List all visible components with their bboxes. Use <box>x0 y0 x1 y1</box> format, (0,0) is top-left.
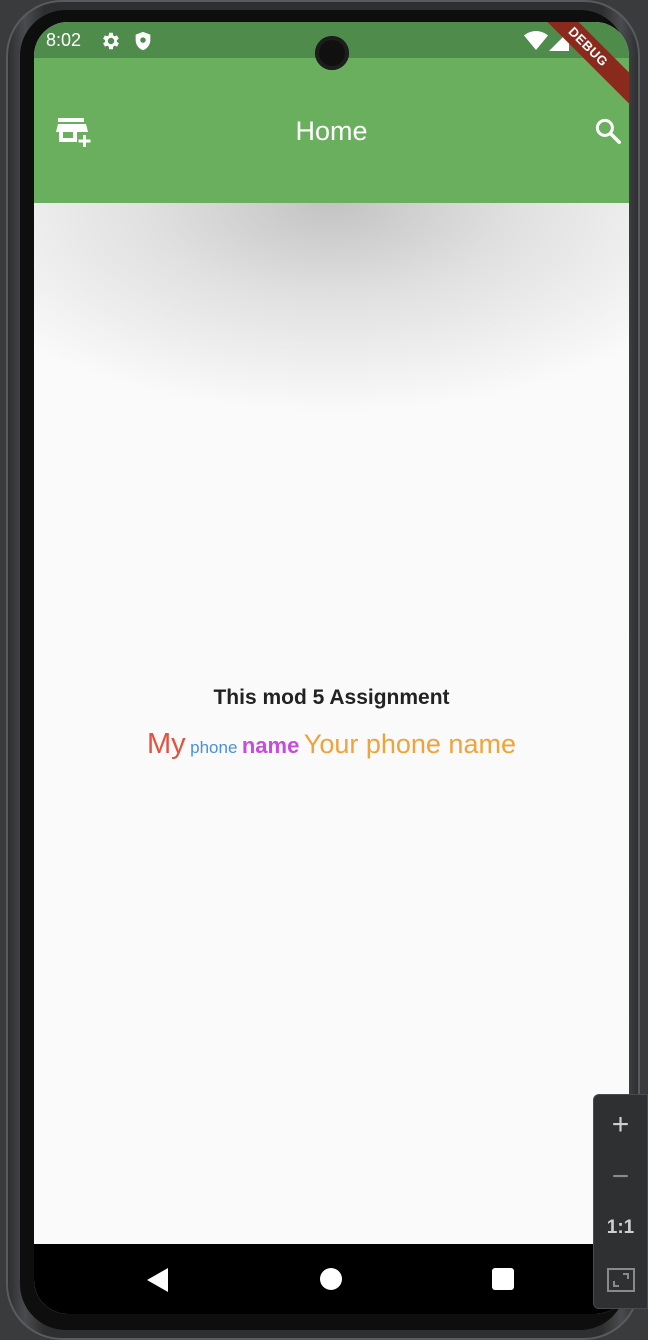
actual-size-icon[interactable]: 1:1 <box>594 1203 647 1253</box>
front-camera <box>315 36 349 70</box>
shield-icon <box>132 30 154 57</box>
system-navigation-bar <box>34 1244 629 1314</box>
phone-frame: 8:02 DEBUG Home This mod 5 Assignment My… <box>6 0 640 1340</box>
appbar-shadow <box>34 203 629 413</box>
app-screen: 8:02 DEBUG Home This mod 5 Assignment My… <box>34 22 629 1314</box>
rich-text-phone: phone <box>190 738 238 757</box>
home-icon[interactable] <box>319 1267 345 1293</box>
zoom-out-icon[interactable]: − <box>594 1152 647 1202</box>
rich-text-my: My <box>147 728 186 760</box>
emulator-zoom-controls: + − 1:1 <box>593 1094 648 1309</box>
fit-screen-icon[interactable] <box>594 1255 647 1305</box>
zoom-in-icon[interactable]: + <box>594 1100 647 1150</box>
app-bar: Home <box>34 58 629 203</box>
assignment-heading: This mod 5 Assignment <box>213 686 450 709</box>
back-icon[interactable] <box>146 1267 172 1293</box>
page-title: Home <box>295 116 368 146</box>
search-icon[interactable] <box>593 116 625 148</box>
wifi-icon <box>524 31 548 56</box>
settings-icon <box>100 30 122 57</box>
rich-text-name: name <box>241 733 300 758</box>
rich-text-your-phone-name: Your phone name <box>303 729 516 759</box>
recents-icon[interactable] <box>491 1267 517 1293</box>
rich-text-line: My phone name Your phone name <box>34 728 629 761</box>
status-time: 8:02 <box>46 30 82 50</box>
